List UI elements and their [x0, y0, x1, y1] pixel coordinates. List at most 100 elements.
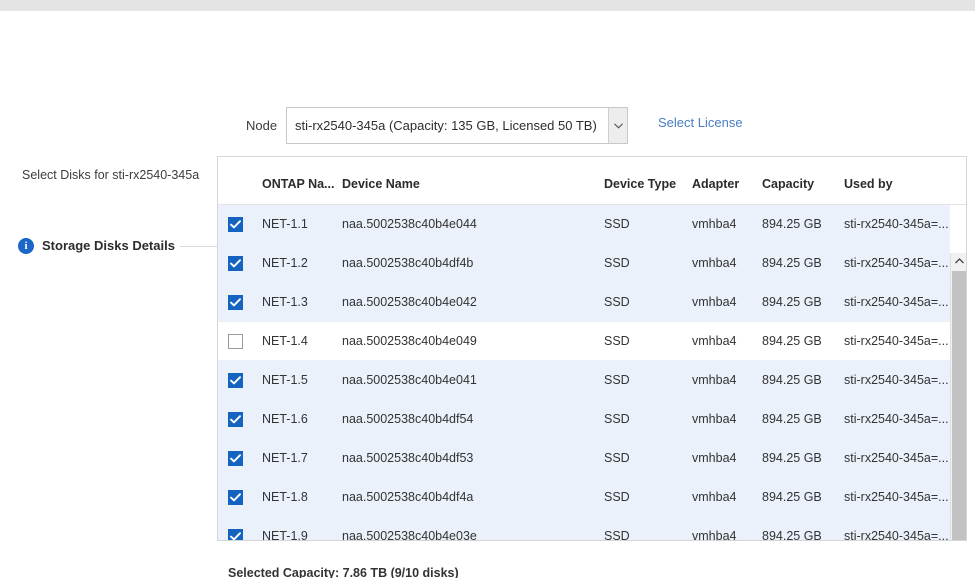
cell-device-type: SSD	[604, 412, 692, 426]
disk-table-body-wrap: NET-1.1naa.5002538c40b4e044SSDvmhba4894.…	[218, 205, 966, 541]
cell-device-type: SSD	[604, 373, 692, 387]
cell-ontap-name: NET-1.4	[258, 334, 342, 348]
row-checkbox-cell[interactable]	[218, 256, 258, 271]
table-row[interactable]: NET-1.7naa.5002538c40b4df53SSDvmhba4894.…	[218, 439, 950, 478]
cell-used-by: sti-rx2540-345a=...	[844, 217, 950, 231]
column-header-ontap-name: ONTAP Na...	[258, 177, 342, 204]
row-checkbox-cell[interactable]	[218, 217, 258, 232]
cell-capacity: 894.25 GB	[762, 256, 844, 270]
cell-adapter: vmhba4	[692, 334, 762, 348]
cell-used-by: sti-rx2540-345a=...	[844, 256, 950, 270]
cell-used-by: sti-rx2540-345a=...	[844, 451, 950, 465]
checkbox-unchecked-icon[interactable]	[228, 334, 243, 349]
cell-device-name: naa.5002538c40b4e049	[342, 334, 604, 348]
row-checkbox-cell[interactable]	[218, 334, 258, 349]
selected-capacity-summary: Selected Capacity: 7.86 TB (9/10 disks)	[228, 566, 459, 578]
checkbox-checked-icon[interactable]	[228, 412, 243, 427]
cell-capacity: 894.25 GB	[762, 412, 844, 426]
cell-adapter: vmhba4	[692, 256, 762, 270]
cell-capacity: 894.25 GB	[762, 217, 844, 231]
cell-ontap-name: NET-1.8	[258, 490, 342, 504]
checkbox-checked-icon[interactable]	[228, 451, 243, 466]
checkbox-checked-icon[interactable]	[228, 373, 243, 388]
cell-adapter: vmhba4	[692, 490, 762, 504]
cell-device-type: SSD	[604, 217, 692, 231]
cell-device-type: SSD	[604, 490, 692, 504]
cell-device-type: SSD	[604, 295, 692, 309]
checkbox-checked-icon[interactable]	[228, 217, 243, 232]
column-header-adapter: Adapter	[692, 177, 762, 204]
checkbox-checked-icon[interactable]	[228, 529, 243, 542]
cell-ontap-name: NET-1.2	[258, 256, 342, 270]
cell-capacity: 894.25 GB	[762, 373, 844, 387]
cell-used-by: sti-rx2540-345a=...	[844, 412, 950, 426]
cell-device-type: SSD	[604, 451, 692, 465]
column-header-checkbox	[218, 191, 258, 204]
cell-device-type: SSD	[604, 256, 692, 270]
cell-device-name: naa.5002538c40b4df54	[342, 412, 604, 426]
cell-adapter: vmhba4	[692, 295, 762, 309]
cell-used-by: sti-rx2540-345a=...	[844, 373, 950, 387]
cell-ontap-name: NET-1.3	[258, 295, 342, 309]
table-row[interactable]: NET-1.9naa.5002538c40b4e03eSSDvmhba4894.…	[218, 517, 950, 541]
cell-adapter: vmhba4	[692, 529, 762, 541]
chevron-up-icon[interactable]	[951, 253, 967, 269]
cell-device-type: SSD	[604, 334, 692, 348]
cell-adapter: vmhba4	[692, 412, 762, 426]
checkbox-checked-icon[interactable]	[228, 256, 243, 271]
disk-selection-page: Node sti-rx2540-345a (Capacity: 135 GB, …	[0, 0, 975, 578]
cell-capacity: 894.25 GB	[762, 451, 844, 465]
table-row[interactable]: NET-1.2naa.5002538c40b4df4bSSDvmhba4894.…	[218, 244, 950, 283]
cell-device-type: SSD	[604, 529, 692, 541]
row-checkbox-cell[interactable]	[218, 490, 258, 505]
row-checkbox-cell[interactable]	[218, 451, 258, 466]
cell-used-by: sti-rx2540-345a=...	[844, 529, 950, 541]
info-icon: i	[18, 238, 34, 254]
disk-table-body: NET-1.1naa.5002538c40b4e044SSDvmhba4894.…	[218, 205, 950, 541]
cell-adapter: vmhba4	[692, 451, 762, 465]
disk-table-header: ONTAP Na... Device Name Device Type Adap…	[218, 157, 966, 205]
column-header-device-type: Device Type	[604, 177, 692, 204]
cell-capacity: 894.25 GB	[762, 295, 844, 309]
table-row[interactable]: NET-1.5naa.5002538c40b4e041SSDvmhba4894.…	[218, 361, 950, 400]
cell-capacity: 894.25 GB	[762, 334, 844, 348]
column-header-device-name: Device Name	[342, 177, 604, 204]
disk-table-scrollbar[interactable]	[950, 253, 966, 541]
table-row[interactable]: NET-1.3naa.5002538c40b4e042SSDvmhba4894.…	[218, 283, 950, 322]
cell-device-name: naa.5002538c40b4df4a	[342, 490, 604, 504]
cell-device-name: naa.5002538c40b4e041	[342, 373, 604, 387]
scrollbar-thumb[interactable]	[952, 271, 966, 541]
cell-device-name: naa.5002538c40b4e042	[342, 295, 604, 309]
table-row[interactable]: NET-1.4naa.5002538c40b4e049SSDvmhba4894.…	[218, 322, 950, 361]
row-checkbox-cell[interactable]	[218, 373, 258, 388]
storage-disks-section-header: i Storage Disks Details	[0, 118, 975, 138]
cell-ontap-name: NET-1.9	[258, 529, 342, 541]
row-checkbox-cell[interactable]	[218, 295, 258, 310]
row-checkbox-cell[interactable]	[218, 412, 258, 427]
table-row[interactable]: NET-1.6naa.5002538c40b4df54SSDvmhba4894.…	[218, 400, 950, 439]
select-disks-label: Select Disks for sti-rx2540-345a	[22, 168, 199, 182]
cell-device-name: naa.5002538c40b4df4b	[342, 256, 604, 270]
disk-table: ONTAP Na... Device Name Device Type Adap…	[217, 156, 967, 541]
cell-ontap-name: NET-1.5	[258, 373, 342, 387]
cell-capacity: 894.25 GB	[762, 529, 844, 541]
section-title: Storage Disks Details	[42, 238, 175, 253]
cell-device-name: naa.5002538c40b4e044	[342, 217, 604, 231]
cell-adapter: vmhba4	[692, 217, 762, 231]
row-checkbox-cell[interactable]	[218, 529, 258, 542]
cell-ontap-name: NET-1.6	[258, 412, 342, 426]
checkbox-checked-icon[interactable]	[228, 295, 243, 310]
column-header-used-by: Used by	[844, 177, 952, 204]
cell-used-by: sti-rx2540-345a=...	[844, 334, 950, 348]
table-row[interactable]: NET-1.8naa.5002538c40b4df4aSSDvmhba4894.…	[218, 478, 950, 517]
checkbox-checked-icon[interactable]	[228, 490, 243, 505]
node-selection-row: Node sti-rx2540-345a (Capacity: 135 GB, …	[0, 52, 975, 94]
cell-device-name: naa.5002538c40b4e03e	[342, 529, 604, 541]
cell-device-name: naa.5002538c40b4df53	[342, 451, 604, 465]
table-row[interactable]: NET-1.1naa.5002538c40b4e044SSDvmhba4894.…	[218, 205, 950, 244]
cell-adapter: vmhba4	[692, 373, 762, 387]
cell-ontap-name: NET-1.7	[258, 451, 342, 465]
cell-used-by: sti-rx2540-345a=...	[844, 490, 950, 504]
window-top-strip	[0, 0, 975, 11]
cell-ontap-name: NET-1.1	[258, 217, 342, 231]
